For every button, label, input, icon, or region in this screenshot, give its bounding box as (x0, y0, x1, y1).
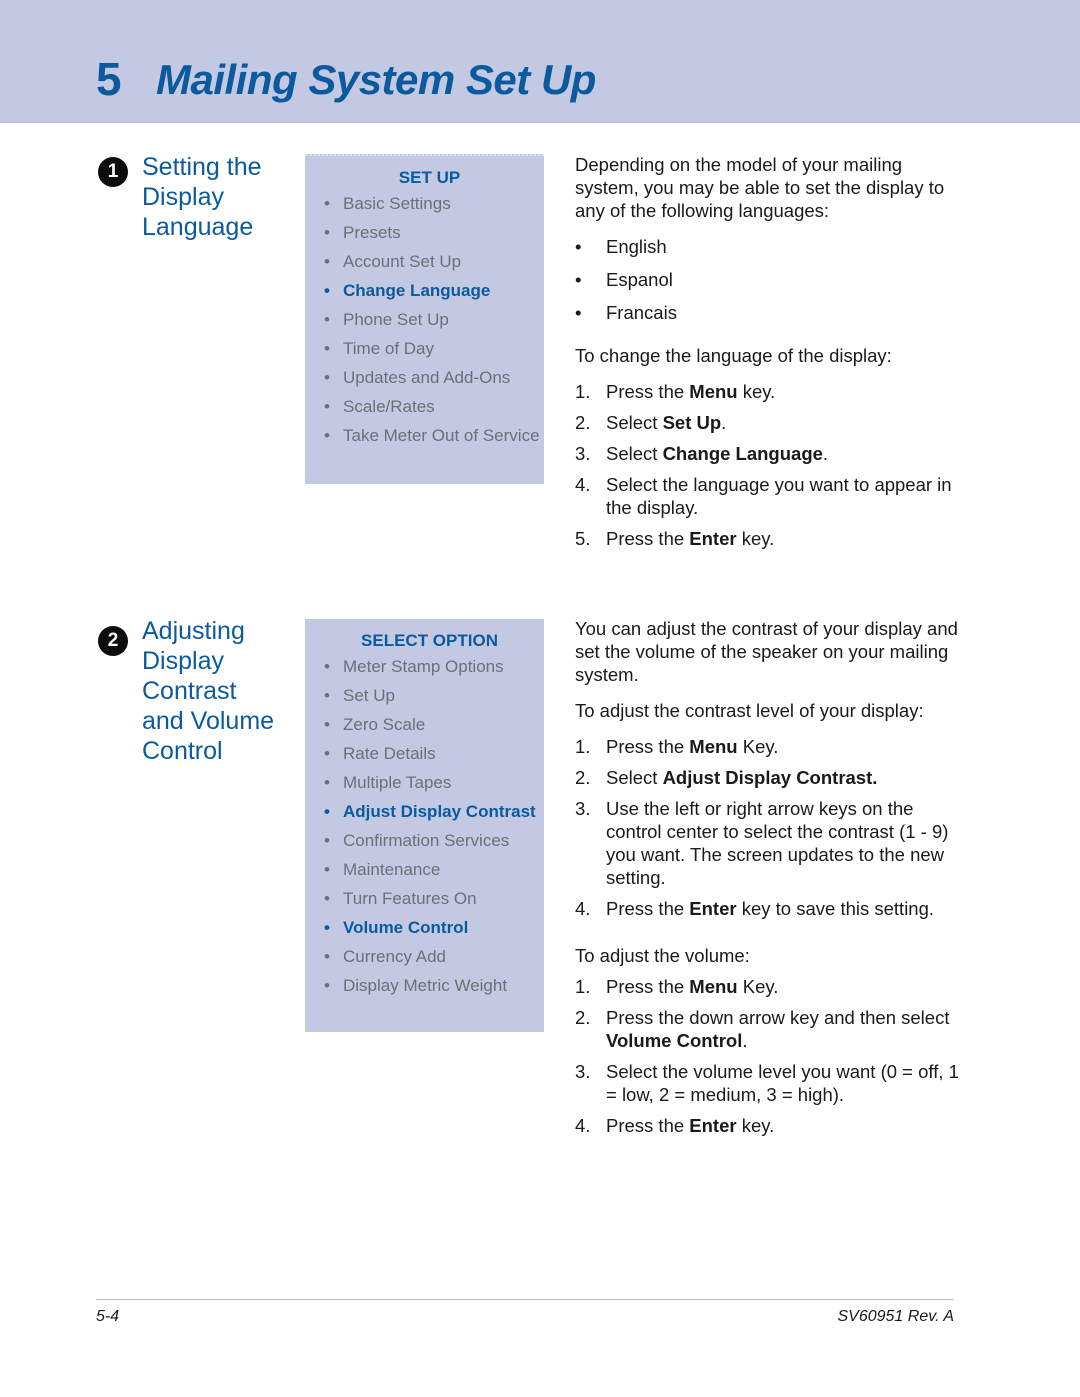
chapter-title: Mailing System Set Up (156, 56, 596, 103)
section2-body: You can adjust the contrast of your disp… (575, 617, 960, 1145)
menu-item: Meter Stamp Options (323, 656, 544, 677)
step-number: 3. (575, 798, 591, 819)
step-number: 2. (575, 412, 591, 433)
step-number: 3. (575, 443, 591, 464)
menu-list: Meter Stamp Options Set Up Zero Scale Rate … (305, 656, 544, 1018)
menu-list: Basic Settings Presets Account Set Up Chang… (305, 193, 544, 468)
contrast-intro: To adjust the contrast level of your dis… (575, 700, 924, 721)
menu-item: Display Metric Weight (323, 975, 544, 996)
step-keyword: Enter (689, 1115, 737, 1136)
step-keyword: Menu (689, 736, 738, 757)
page-number: 5-4 (96, 1308, 120, 1325)
steps-list: 1. Press the Menu key. 2. Select Set Up. 3. S… (575, 380, 960, 550)
menu-item: Set Up (323, 685, 544, 706)
step-number: 2. (575, 767, 591, 788)
step-number: 4. (575, 474, 591, 495)
step-badge-1: 1 (98, 157, 128, 187)
step-item: 3. Select the volume level you want (0 = … (575, 1061, 959, 1105)
step-item: 2. Select Adjust Display Contrast. (575, 767, 878, 788)
menu-item: Basic Settings (323, 193, 544, 214)
step-keyword: Enter (689, 528, 737, 549)
step-number: 4. (575, 898, 591, 919)
setup-menu-panel: SET UP Basic Settings Presets Account Set … (305, 154, 544, 484)
menu-item: Currency Add (323, 946, 544, 967)
menu-item: Account Set Up (323, 251, 544, 272)
step-number: 3. (575, 1061, 591, 1082)
step-keyword: Menu (689, 381, 738, 402)
step-keyword: Enter (689, 898, 737, 919)
menu-item: Adjust Display Contrast (323, 801, 544, 822)
menu-item: Maintenance (323, 859, 544, 880)
step-item: 1. Press the Menu Key. (575, 736, 779, 757)
step-item: 3. Select Change Language. (575, 443, 829, 464)
step-number: 1. (575, 736, 591, 757)
menu-heading: SET UP (398, 168, 461, 187)
menu-item: Updates and Add-Ons (323, 367, 544, 388)
menu-item: Presets (323, 222, 544, 243)
menu-item: Confirmation Services (323, 830, 544, 851)
menu-item: Volume Control (323, 917, 544, 938)
step-number: 4. (575, 1115, 591, 1136)
chapter-number: 5 (96, 53, 122, 105)
language-list: English Espanol Francais (575, 235, 960, 324)
step-keyword: Menu (689, 976, 738, 997)
steps-intro: To change the language of the display: (575, 345, 892, 366)
footer-divider (96, 1299, 954, 1300)
contrast-steps-list: 1. Press the Menu Key. 2. Select Adjust Dis… (575, 735, 960, 920)
volume-intro: To adjust the volume: (575, 945, 750, 966)
intro-text: You can adjust the contrast of your disp… (575, 618, 958, 685)
volume-steps-list: 1. Press the Menu Key. 2. Press the down ar… (575, 975, 960, 1137)
step-item: 5. Press the Enter key. (575, 528, 775, 549)
menu-item: Turn Features On (323, 888, 544, 909)
step-keyword: Set Up (662, 412, 722, 433)
intro-text: Depending on the model of your mailing s… (575, 154, 945, 221)
document-id: SV60951 Rev. A (837, 1308, 954, 1325)
step-keyword: Adjust Display Contrast. (662, 767, 878, 788)
language-item: Espanol (575, 268, 960, 291)
step-item: 4. Select the language you want to appear… (575, 474, 952, 518)
step-number: 1. (575, 381, 591, 402)
step-number: 2. (575, 1007, 591, 1028)
step-number: 5. (575, 528, 591, 549)
section-title-display-language: Setting the Display Language (142, 153, 262, 241)
menu-item: Phone Set Up (323, 309, 544, 330)
menu-item: Zero Scale (323, 714, 544, 735)
step-item: 1. Press the Menu Key. (575, 976, 779, 997)
menu-item: Take Meter Out of Service (323, 425, 544, 446)
step-number: 1. (575, 976, 591, 997)
menu-item: Multiple Tapes (323, 772, 544, 793)
step-item: 2. Press the down arrow key and then sele… (575, 1007, 950, 1051)
section-title-contrast-volume: Adjusting Display Contrast and Volume Co… (142, 617, 275, 765)
language-item: Francais (575, 301, 960, 324)
step-item: 2. Select Set Up. (575, 412, 727, 433)
menu-item: Scale/Rates (323, 396, 544, 417)
step-badge-2: 2 (98, 626, 128, 656)
step-item: 1. Press the Menu key. (575, 381, 776, 402)
select-option-menu-panel: SELECT OPTION Meter Stamp Options Set Up Z… (305, 619, 544, 1032)
menu-item: Time of Day (323, 338, 544, 359)
step-item: 4. Press the Enter key to save this setti… (575, 898, 935, 919)
section1-body: Depending on the model of your mailing s… (575, 153, 960, 558)
step-item: 4. Press the Enter key. (575, 1115, 775, 1136)
menu-item: Rate Details (323, 743, 544, 764)
step-item: 3. Use the left or right arrow keys on th… (575, 798, 949, 888)
step-keyword: Change Language (662, 443, 823, 464)
chapter-banner: 5 Mailing System Set Up (0, 0, 1080, 123)
language-item: English (575, 235, 960, 258)
menu-heading: SELECT OPTION (361, 631, 498, 650)
step-keyword: Volume Control (606, 1030, 743, 1051)
menu-item: Change Language (323, 280, 544, 301)
